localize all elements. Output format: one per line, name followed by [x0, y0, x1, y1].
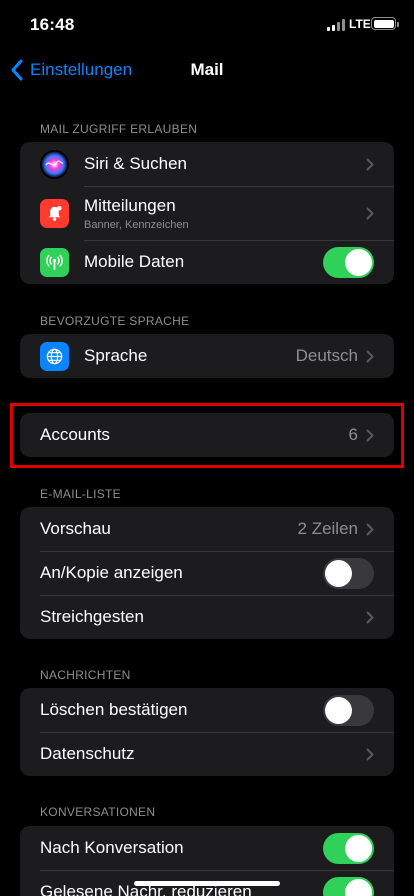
language-label: Sprache — [84, 346, 148, 365]
show-cc-row: An/Kopie anzeigen — [20, 551, 394, 595]
battery-icon — [371, 17, 399, 30]
show-cc-toggle[interactable] — [323, 557, 374, 589]
accounts-row[interactable]: Accounts 6 — [20, 413, 394, 457]
messages-group: Löschen bestätigen Datenschutz — [20, 688, 394, 776]
back-button[interactable]: Einstellungen — [10, 48, 132, 92]
accounts-group: Accounts 6 — [20, 413, 394, 457]
mobile-data-toggle[interactable] — [323, 246, 374, 278]
swipe-options-row[interactable]: Streichgesten — [20, 595, 394, 639]
siri-search-row[interactable]: Siri & Suchen — [20, 142, 394, 186]
back-button-label: Einstellungen — [30, 60, 133, 79]
preview-row[interactable]: Vorschau 2 Zeilen — [20, 507, 394, 551]
section-header-mail-list: E-MAIL-LISTE — [40, 487, 121, 501]
antenna-icon — [40, 247, 69, 277]
section-header-messages: NACHRICHTEN — [40, 668, 131, 682]
section-header-access: MAIL ZUGRIFF ERLAUBEN — [40, 122, 198, 136]
chevron-right-icon — [366, 429, 374, 441]
mail-settings-screen: 16:48 LTE Einstellungen Mail MAIL ZUGRIF… — [0, 0, 414, 896]
confirm-delete-toggle[interactable] — [323, 694, 374, 726]
section-header-language: BEVORZUGTE SPRACHE — [40, 314, 190, 328]
siri-search-label: Siri & Suchen — [84, 154, 187, 173]
language-row[interactable]: Sprache Deutsch — [20, 334, 394, 378]
preview-label: Vorschau — [40, 519, 111, 538]
accounts-count: 6 — [348, 425, 358, 444]
chevron-left-icon — [11, 59, 23, 81]
show-cc-label: An/Kopie anzeigen — [40, 563, 183, 582]
chevron-right-icon — [366, 350, 374, 362]
confirm-delete-row: Löschen bestätigen — [20, 688, 394, 732]
mobile-data-row: Mobile Daten — [20, 240, 394, 284]
chevron-right-icon — [366, 207, 374, 219]
section-header-conversations: KONVERSATIONEN — [40, 805, 156, 819]
confirm-delete-label: Löschen bestätigen — [40, 700, 188, 719]
navigation-bar: Einstellungen Mail — [0, 48, 414, 92]
notifications-label: Mitteilungen — [84, 195, 176, 215]
organize-by-thread-row: Nach Konversation — [20, 826, 394, 870]
privacy-label: Datenschutz — [40, 744, 135, 763]
chevron-right-icon — [366, 748, 374, 760]
collapse-read-toggle[interactable] — [323, 876, 374, 896]
status-time: 16:48 — [30, 15, 75, 34]
mail-list-group: Vorschau 2 Zeilen An/Kopie anzeigen Stre… — [20, 507, 394, 639]
language-group: Sprache Deutsch — [20, 334, 394, 378]
mobile-data-label: Mobile Daten — [84, 252, 185, 271]
siri-icon — [40, 149, 69, 179]
privacy-row[interactable]: Datenschutz — [20, 732, 394, 776]
notifications-subtitle: Banner, Kennzeichen — [84, 218, 189, 231]
swipe-options-label: Streichgesten — [40, 607, 144, 626]
globe-icon — [40, 341, 69, 371]
organize-by-thread-label: Nach Konversation — [40, 838, 184, 857]
bell-icon — [40, 198, 69, 228]
network-type: LTE — [349, 17, 371, 31]
language-value: Deutsch — [295, 346, 358, 365]
notifications-row[interactable]: Mitteilungen Banner, Kennzeichen — [20, 186, 394, 240]
organize-by-thread-toggle[interactable] — [323, 832, 374, 864]
chevron-right-icon — [366, 523, 374, 535]
status-bar: 16:48 LTE — [0, 0, 414, 48]
accounts-label: Accounts — [40, 425, 110, 444]
preview-value: 2 Zeilen — [297, 519, 358, 538]
chevron-right-icon — [366, 158, 374, 170]
home-indicator[interactable] — [134, 881, 280, 886]
access-group: Siri & Suchen Mitteilungen Banner, Kennz… — [20, 142, 394, 284]
cellular-signal-icon — [327, 19, 345, 31]
chevron-right-icon — [366, 611, 374, 623]
